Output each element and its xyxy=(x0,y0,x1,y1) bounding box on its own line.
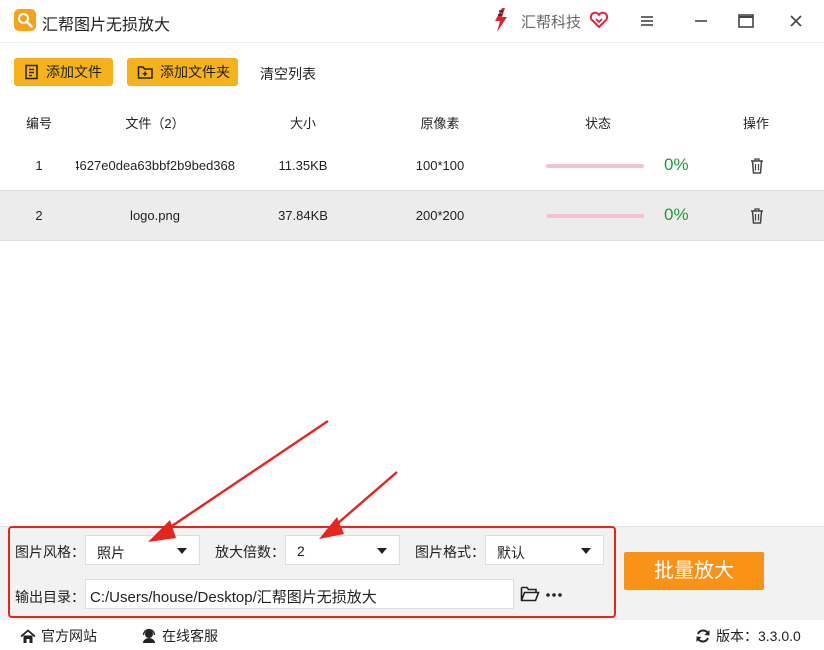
add-file-icon xyxy=(25,64,38,80)
header-status: 状态 xyxy=(584,116,612,131)
add-file-label: 添加文件 xyxy=(46,64,102,80)
app-window: 汇帮图片无损放大 汇帮科技 添加文件 添加文件夹 清空列表 编号 文件（2） 大… xyxy=(0,0,824,650)
add-folder-label: 添加文件夹 xyxy=(160,64,230,80)
add-folder-button[interactable]: 添加文件夹 xyxy=(127,58,238,86)
close-icon[interactable] xyxy=(783,8,809,34)
header-index: 编号 xyxy=(25,116,53,131)
row-index: 2 xyxy=(35,208,43,223)
trash-icon[interactable] xyxy=(749,207,765,225)
row-file-name: 4627e0dea63bbf2b9bed368 xyxy=(76,158,235,173)
batch-enlarge-button[interactable]: 批量放大 xyxy=(624,552,764,590)
title-bar: 汇帮图片无损放大 汇帮科技 xyxy=(0,0,824,42)
app-title: 汇帮图片无损放大 xyxy=(42,17,171,34)
heart-icon[interactable] xyxy=(589,10,609,30)
version-info[interactable]: 版本：3.3.0.0 xyxy=(695,626,801,646)
row-percent: 0% xyxy=(664,155,689,174)
status-bar: 官方网站 在线客服 版本：3.3.0.0 xyxy=(0,620,824,650)
menu-icon[interactable] xyxy=(634,8,660,34)
minimize-icon[interactable] xyxy=(688,8,714,34)
table-header: 编号 文件（2） 大小 原像素 状态 操作 xyxy=(0,106,824,136)
row-file-name: logo.png xyxy=(130,208,180,223)
row-file-size: 11.35KB xyxy=(278,158,328,173)
website-label: 官方网站 xyxy=(41,628,97,644)
maximize-icon[interactable] xyxy=(733,8,759,34)
table-row[interactable]: 1 4627e0dea63bbf2b9bed368 11.35KB 100*10… xyxy=(0,141,824,191)
row-progress-bar xyxy=(546,214,644,218)
header-pixels: 原像素 xyxy=(420,116,460,131)
support-icon xyxy=(142,628,156,643)
row-progress-bar xyxy=(546,164,644,168)
home-icon xyxy=(20,628,36,643)
support-link[interactable]: 在线客服 xyxy=(141,626,218,646)
app-logo-icon xyxy=(14,9,36,31)
row-index: 1 xyxy=(35,158,43,173)
clear-list-button[interactable]: 清空列表 xyxy=(260,64,316,84)
row-pixels: 100*100 xyxy=(415,158,465,173)
brand-name: 汇帮科技 xyxy=(521,14,582,31)
row-percent: 0% xyxy=(664,205,689,224)
trash-icon[interactable] xyxy=(749,157,765,175)
header-action: 操作 xyxy=(742,116,770,131)
toolbar: 添加文件 添加文件夹 清空列表 xyxy=(0,42,824,98)
support-label: 在线客服 xyxy=(162,628,218,644)
website-link[interactable]: 官方网站 xyxy=(20,626,97,646)
table-row[interactable]: 2 logo.png 37.84KB 200*200 0% xyxy=(0,191,824,241)
row-pixels: 200*200 xyxy=(415,208,465,223)
row-file-size: 37.84KB xyxy=(278,208,328,223)
refresh-icon xyxy=(696,629,710,643)
add-file-button[interactable]: 添加文件 xyxy=(14,58,113,86)
header-size: 大小 xyxy=(289,116,317,131)
annotation-frame xyxy=(8,526,616,618)
add-folder-icon xyxy=(137,66,153,79)
header-file: 文件（2） xyxy=(125,116,185,131)
brand-logo-icon xyxy=(495,8,507,32)
version-label: 版本：3.3.0.0 xyxy=(716,628,801,644)
